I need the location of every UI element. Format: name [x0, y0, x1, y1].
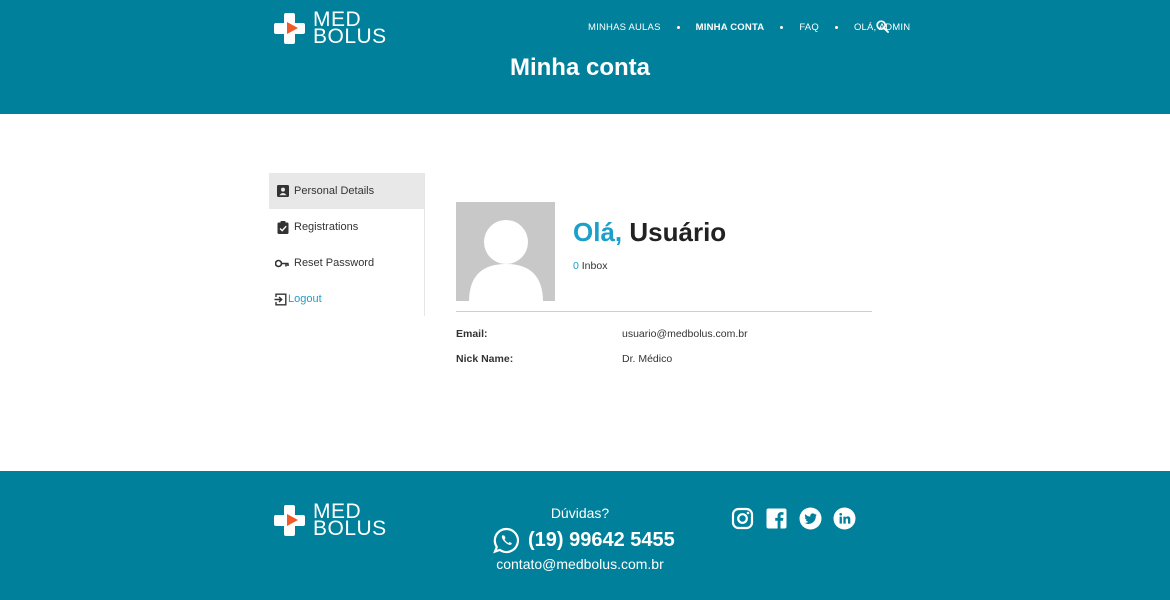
avatar	[456, 202, 555, 301]
nav-separator	[676, 25, 680, 29]
email-value: usuario@medbolus.com.br	[622, 328, 748, 340]
footer-email[interactable]: contato@medbolus.com.br	[0, 556, 1160, 572]
sidebar-item-label: Reset Password	[294, 257, 375, 269]
social-links	[731, 507, 867, 530]
sidebar-item-personal-details[interactable]: Personal Details	[269, 173, 424, 209]
nickname-value: Dr. Médico	[622, 353, 673, 365]
sidebar-item-label: Logout	[288, 293, 322, 305]
linkedin-icon[interactable]	[833, 507, 856, 530]
key-icon	[275, 259, 289, 267]
instagram-icon[interactable]	[731, 507, 754, 530]
footer-phone[interactable]: (19) 99642 5455	[493, 527, 675, 554]
greeting-hello: Olá,	[573, 217, 623, 247]
sidebar-item-label: Personal Details	[294, 185, 375, 197]
whatsapp-icon	[493, 527, 519, 554]
nickname-label: Nick Name:	[456, 353, 514, 365]
person-card-icon	[277, 185, 289, 197]
medbolus-logo[interactable]: MED BOLUS	[274, 9, 387, 48]
greeting-username: Usuário	[629, 217, 727, 247]
site-header: MED BOLUS MINHAS AULAS MINHA CONTA FAQ O…	[0, 0, 1170, 114]
sidebar-item-registrations[interactable]: Registrations	[269, 209, 424, 245]
inbox-count: 0	[573, 260, 579, 272]
logo-cross-icon	[274, 12, 305, 44]
facebook-icon[interactable]	[765, 507, 788, 530]
inbox-link[interactable]: 0 Inbox	[573, 260, 607, 272]
nav-minha-conta[interactable]: MINHA CONTA	[696, 22, 765, 33]
profile-greeting: Olá, Usuário	[573, 217, 726, 248]
nav-separator	[780, 25, 784, 29]
nav-minhas-aulas[interactable]: MINHAS AULAS	[588, 22, 661, 33]
logo-text-line2: BOLUS	[313, 25, 387, 48]
twitter-icon[interactable]	[799, 507, 822, 530]
phone-number: (19) 99642 5455	[528, 529, 675, 551]
sidebar-item-reset-password[interactable]: Reset Password	[269, 245, 424, 281]
sidebar-item-label: Registrations	[294, 221, 359, 233]
footer-question: Dúvidas?	[550, 505, 610, 521]
logo-text-line2: BOLUS	[313, 517, 387, 540]
user-silhouette-icon	[469, 220, 543, 301]
sidebar-item-logout[interactable]: Logout	[269, 281, 424, 317]
email-label: Email:	[456, 328, 488, 340]
inbox-label: Inbox	[581, 260, 608, 272]
page-title: Minha conta	[509, 54, 650, 81]
clipboard-check-icon	[277, 220, 289, 234]
logout-icon	[274, 293, 287, 305]
nav-separator	[834, 25, 838, 29]
profile-divider	[456, 311, 872, 312]
account-sidebar: Personal Details Registrations Reset Pas…	[269, 173, 425, 316]
search-icon[interactable]	[876, 20, 889, 33]
nav-faq[interactable]: FAQ	[799, 22, 819, 33]
main-nav: MINHAS AULAS MINHA CONTA FAQ OLÁ, ADMIN	[588, 20, 910, 34]
